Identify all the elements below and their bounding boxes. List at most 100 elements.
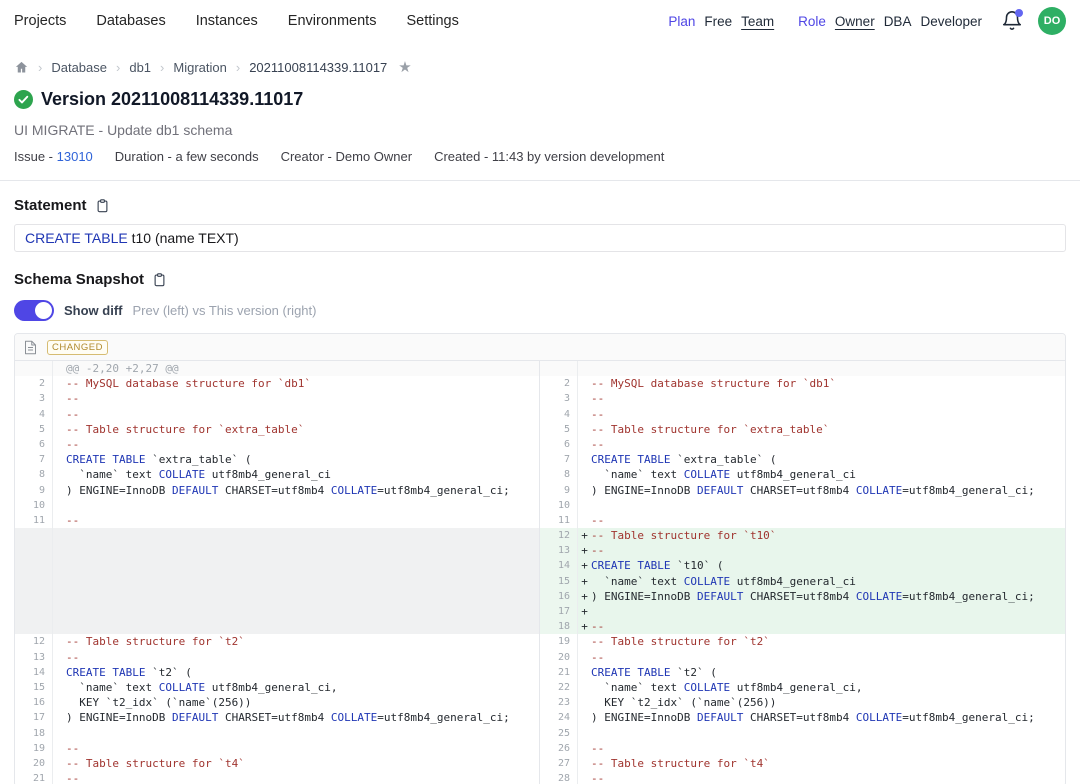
account-area: Plan Free Team Role Owner DBA Developer … [668, 7, 1066, 35]
show-diff-toggle[interactable] [14, 300, 54, 321]
schema-diff-viewer: CHANGED @@ -2,20 +2,27 @@2-- MySQL datab… [14, 333, 1066, 784]
breadcrumb-separator: › [38, 60, 42, 75]
diff-row: 16+) ENGINE=InnoDB DEFAULT CHARSET=utf8m… [540, 589, 1065, 604]
diff-row: 6-- [15, 437, 539, 452]
diff-row: 13-- [15, 650, 539, 665]
sql-rest: t10 (name TEXT) [128, 230, 239, 246]
diff-row: 14+CREATE TABLE `t10` ( [540, 558, 1065, 573]
meta-duration: Duration - a few seconds [115, 149, 259, 164]
diff-row: 21CREATE TABLE `t2` ( [540, 665, 1065, 680]
diff-panes: @@ -2,20 +2,27 @@2-- MySQL database stru… [15, 361, 1065, 784]
migration-meta: Issue - 13010 Duration - a few seconds C… [14, 149, 1066, 164]
diff-row: 11-- [540, 513, 1065, 528]
diff-hint: Prev (left) vs This version (right) [133, 303, 317, 318]
diff-pane-current: 2-- MySQL database structure for `db1`3-… [540, 361, 1065, 784]
diff-row: 12-- Table structure for `t2` [15, 634, 539, 649]
diff-row: 10 [15, 498, 539, 513]
diff-row: 24) ENGINE=InnoDB DEFAULT CHARSET=utf8mb… [540, 710, 1065, 725]
diff-row: 11-- [15, 513, 539, 528]
diff-row: 28-- [540, 771, 1065, 784]
diff-row: 25 [540, 726, 1065, 741]
role-developer[interactable]: Developer [920, 14, 982, 29]
diff-row: 3-- [15, 391, 539, 406]
diff-row: 22 `name` text COLLATE utf8mb4_general_c… [540, 680, 1065, 695]
home-icon[interactable] [14, 60, 29, 75]
diff-row: 27-- Table structure for `t4` [540, 756, 1065, 771]
diff-header: CHANGED [15, 334, 1065, 361]
diff-row: 2-- MySQL database structure for `db1` [540, 376, 1065, 391]
diff-row: 23 KEY `t2_idx` (`name`(256)) [540, 695, 1065, 710]
diff-row: 16 KEY `t2_idx` (`name`(256)) [15, 695, 539, 710]
diff-row: 14CREATE TABLE `t2` ( [15, 665, 539, 680]
diff-row: 15+ `name` text COLLATE utf8mb4_general_… [540, 574, 1065, 589]
nav-item-settings[interactable]: Settings [406, 13, 458, 29]
diff-row: 26-- [540, 741, 1065, 756]
breadcrumb-database[interactable]: Database [51, 60, 107, 75]
meta-created: Created - 11:43 by version development [434, 149, 664, 164]
diff-row: 7CREATE TABLE `extra_table` ( [15, 452, 539, 467]
diff-row: 13+-- [540, 543, 1065, 558]
copy-schema-icon[interactable] [152, 272, 167, 288]
nav-item-environments[interactable]: Environments [288, 13, 377, 29]
diff-row: 20-- Table structure for `t4` [15, 756, 539, 771]
breadcrumb-migration[interactable]: Migration [173, 60, 226, 75]
breadcrumb-separator: › [236, 60, 240, 75]
diff-row: 15 `name` text COLLATE utf8mb4_general_c… [15, 680, 539, 695]
statement-heading: Statement [14, 197, 87, 214]
role-dba[interactable]: DBA [884, 14, 912, 29]
issue-label: Issue - [14, 149, 53, 164]
show-diff-label: Show diff [64, 303, 123, 318]
schema-snapshot-heading: Schema Snapshot [14, 271, 144, 288]
section-divider [0, 180, 1080, 181]
issue-link[interactable]: 13010 [57, 149, 93, 164]
nav-item-projects[interactable]: Projects [14, 13, 66, 29]
diff-row: @@ -2,20 +2,27 @@ [15, 361, 539, 376]
plan-upgrade-link[interactable]: Team [741, 14, 774, 29]
diff-row: 5-- Table structure for `extra_table` [15, 422, 539, 437]
meta-creator: Creator - Demo Owner [281, 149, 412, 164]
diff-row [540, 361, 1065, 376]
diff-pane-previous: @@ -2,20 +2,27 @@2-- MySQL database stru… [15, 361, 540, 784]
diff-row: 21-- [15, 771, 539, 784]
diff-row: 18 [15, 726, 539, 741]
diff-row: 17+ [540, 604, 1065, 619]
diff-row: 12+-- Table structure for `t10` [540, 528, 1065, 543]
statement-sql: CREATE TABLE t10 (name TEXT) [14, 224, 1066, 252]
diff-row: 18+-- [540, 619, 1065, 634]
page-title: Version 20211008114339.11017 [41, 89, 303, 110]
sql-keyword: CREATE TABLE [25, 230, 128, 246]
notifications-bell-icon[interactable] [1001, 10, 1023, 32]
favorite-star-icon[interactable]: ★ [398, 58, 411, 76]
main-nav: Projects Databases Instances Environment… [14, 13, 459, 29]
diff-row: 9) ENGINE=InnoDB DEFAULT CHARSET=utf8mb4… [540, 483, 1065, 498]
diff-row: 6-- [540, 437, 1065, 452]
diff-row: 9) ENGINE=InnoDB DEFAULT CHARSET=utf8mb4… [15, 483, 539, 498]
diff-row: 2-- MySQL database structure for `db1` [15, 376, 539, 391]
role-owner-link[interactable]: Owner [835, 14, 875, 29]
success-check-icon [14, 90, 33, 109]
breadcrumb-db1[interactable]: db1 [129, 60, 151, 75]
toggle-knob [35, 302, 52, 319]
breadcrumb-separator: › [116, 60, 120, 75]
plan-label: Plan [668, 14, 695, 29]
meta-issue: Issue - 13010 [14, 149, 93, 164]
plan-current: Free [704, 14, 732, 29]
breadcrumb-separator: › [160, 60, 164, 75]
diff-filler-row [15, 528, 539, 634]
diff-row: 5-- Table structure for `extra_table` [540, 422, 1065, 437]
diff-row: 17) ENGINE=InnoDB DEFAULT CHARSET=utf8mb… [15, 710, 539, 725]
diff-row: 8 `name` text COLLATE utf8mb4_general_ci [15, 467, 539, 482]
copy-statement-icon[interactable] [95, 198, 110, 214]
notification-dot [1015, 9, 1023, 17]
nav-item-instances[interactable]: Instances [196, 13, 258, 29]
diff-row: 3-- [540, 391, 1065, 406]
diff-row: 4-- [540, 407, 1065, 422]
top-nav-bar: Projects Databases Instances Environment… [0, 0, 1080, 42]
nav-item-databases[interactable]: Databases [96, 13, 165, 29]
diff-row: 7CREATE TABLE `extra_table` ( [540, 452, 1065, 467]
migration-subtitle: UI MIGRATE - Update db1 schema [14, 122, 1066, 138]
diff-row: 19-- [15, 741, 539, 756]
diff-row: 8 `name` text COLLATE utf8mb4_general_ci [540, 467, 1065, 482]
user-avatar[interactable]: DO [1038, 7, 1066, 35]
file-icon [24, 340, 37, 355]
